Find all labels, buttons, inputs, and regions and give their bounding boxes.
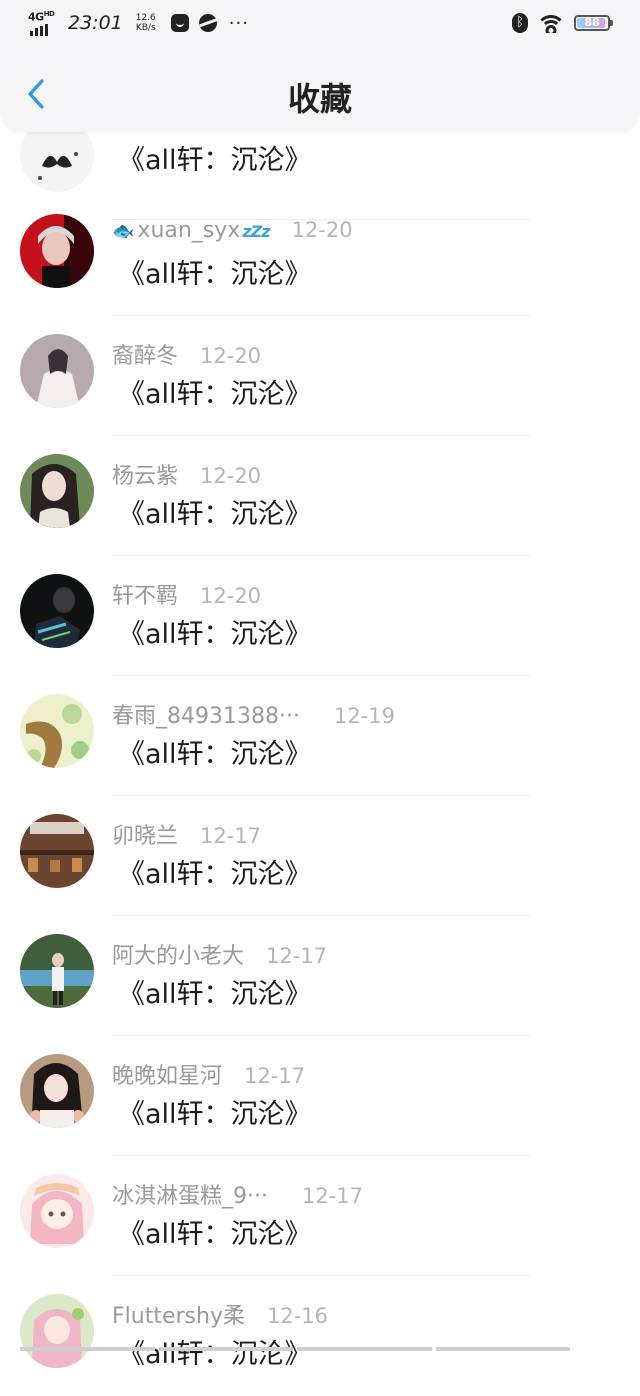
- network-speed-value: 12.6: [135, 13, 156, 23]
- author-name[interactable]: 冰淇淋蛋糕_9···: [112, 1178, 268, 1210]
- author-name[interactable]: Fluttershy柔: [112, 1298, 245, 1330]
- post-title: 《all轩：沉沦》: [118, 979, 312, 1010]
- more-notifications: ···: [228, 12, 249, 34]
- item-date: 12-16: [266, 1304, 328, 1328]
- cellular-signal-icon: 4GHD: [28, 10, 58, 36]
- post-title: 《all轩：沉沦》: [118, 859, 312, 890]
- avatar: [20, 814, 94, 888]
- post-title: 《all轩：沉沦》: [118, 259, 312, 290]
- nav-header: 收藏: [0, 50, 640, 132]
- battery-icon: 88: [574, 15, 613, 31]
- item-meta: 杨云紫 12-20: [112, 458, 261, 490]
- author-name[interactable]: 裔醉冬: [112, 338, 178, 370]
- avatar: [20, 934, 94, 1008]
- wifi-icon: [538, 13, 564, 33]
- item-date: 12-17: [266, 944, 328, 968]
- list-item[interactable]: 卯晓兰 12-17 《all轩：沉沦》: [0, 796, 640, 916]
- list-item[interactable]: 杨云紫 12-20 《all轩：沉沦》: [0, 436, 640, 556]
- network-speed: 12.6 KB/s: [135, 13, 157, 33]
- network-speed-unit: KB/s: [135, 23, 156, 33]
- list-item[interactable]: 裔醉冬 12-20 《all轩：沉沦》: [0, 316, 640, 436]
- item-meta: 轩不羁 12-20: [112, 578, 261, 610]
- list-item[interactable]: 晚晚如星河 12-17 《all轩：沉沦》: [0, 1036, 640, 1156]
- planet-icon: [198, 14, 217, 32]
- post-title: 《all轩：沉沦》: [118, 145, 312, 176]
- network-type: 4G: [28, 10, 44, 24]
- post-title: 《all轩：沉沦》: [118, 379, 312, 410]
- avatar: [20, 574, 94, 648]
- author-name[interactable]: 晚晚如星河: [112, 1058, 222, 1090]
- avatar: [20, 334, 94, 408]
- avatar: [20, 1054, 94, 1128]
- clock: 23:01: [68, 12, 123, 34]
- fish-emoji-icon: 🐟: [112, 221, 135, 242]
- item-meta: 卯晓兰 12-17: [112, 818, 261, 850]
- list-item[interactable]: 轩不羁 12-20 《all轩：沉沦》: [0, 556, 640, 676]
- item-date: 12-20: [200, 344, 262, 368]
- author-name[interactable]: 春雨_84931388···: [112, 698, 300, 730]
- item-meta: 春雨_84931388··· 12-19: [112, 698, 395, 730]
- status-bar: 4GHD 23:01 12.6 KB/s ··· ᛒ 88: [0, 0, 640, 50]
- list-item[interactable]: 阿大的小老大 12-17 《all轩：沉沦》: [0, 916, 640, 1036]
- list-item[interactable]: 冰淇淋蛋糕_9··· 12-17 《all轩：沉沦》: [0, 1156, 640, 1276]
- item-meta: 阿大的小老大 12-17: [112, 938, 327, 970]
- item-meta: 晚晚如星河 12-17: [112, 1058, 305, 1090]
- avatar: [20, 214, 94, 288]
- post-title: 《all轩：沉沦》: [118, 499, 312, 530]
- item-date: 12-17: [244, 1064, 306, 1088]
- page-title: 收藏: [287, 80, 352, 118]
- battery-level: 88: [584, 16, 600, 29]
- list-item[interactable]: 春雨_84931388··· 12-19 《all轩：沉沦》: [0, 676, 640, 796]
- post-title: 《all轩：沉沦》: [118, 619, 312, 650]
- list-item[interactable]: 🐟 xuan_syx zZz 12-20 《all轩：沉沦》: [0, 196, 640, 316]
- avatar: [20, 694, 94, 768]
- shopping-bag-icon: [170, 14, 189, 32]
- avatar: [20, 1174, 94, 1248]
- author-name[interactable]: 杨云紫: [112, 458, 178, 490]
- item-meta: 🐟 xuan_syx zZz 12-20: [112, 218, 353, 243]
- avatar: [20, 1294, 94, 1368]
- item-date: 12-17: [200, 824, 262, 848]
- item-meta: 裔醉冬 12-20: [112, 338, 261, 370]
- item-date: 12-17: [301, 1184, 364, 1208]
- network-hd: HD: [43, 10, 55, 18]
- sleep-emoji-icon: zZz: [242, 222, 270, 241]
- list-item[interactable]: Fluttershy柔 12-16 《all轩：沉沦》: [0, 1276, 640, 1396]
- post-title: 《all轩：沉沦》: [118, 1219, 312, 1250]
- author-name[interactable]: 阿大的小老大: [112, 938, 244, 970]
- avatar: [20, 454, 94, 528]
- bottom-indicator: [20, 1347, 570, 1351]
- author-name[interactable]: 卯晓兰: [112, 818, 178, 850]
- item-meta: 冰淇淋蛋糕_9··· 12-17: [112, 1178, 363, 1210]
- post-title: 《all轩：沉沦》: [118, 1339, 312, 1370]
- author-name[interactable]: 轩不羁: [112, 578, 178, 610]
- post-title: 《all轩：沉沦》: [118, 739, 312, 770]
- author-name[interactable]: xuan_syx: [137, 218, 240, 243]
- item-meta: Fluttershy柔 12-16: [112, 1298, 328, 1330]
- item-date: 12-19: [333, 704, 395, 728]
- item-date: 12-20: [291, 218, 353, 242]
- item-date: 12-20: [200, 464, 262, 488]
- post-title: 《all轩：沉沦》: [118, 1099, 312, 1130]
- item-date: 12-20: [200, 584, 262, 608]
- bluetooth-icon: ᛒ: [512, 13, 528, 33]
